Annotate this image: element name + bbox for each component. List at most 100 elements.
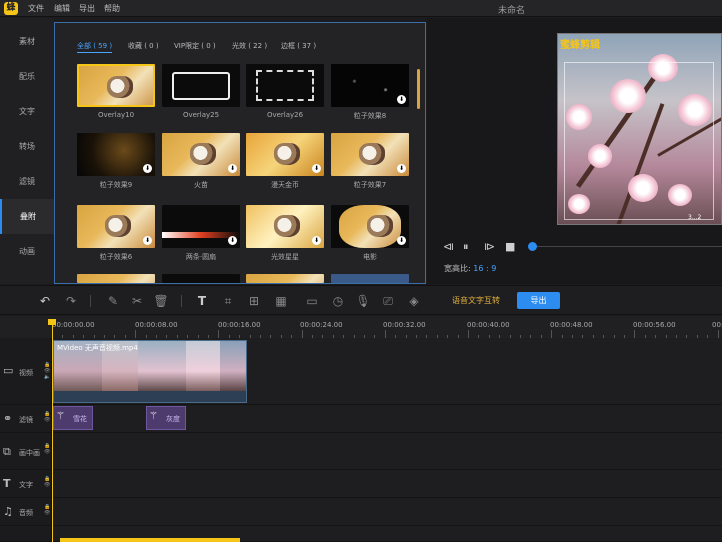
filter-tab-favorites[interactable]: 收藏 ( 0 ): [128, 41, 159, 51]
menu-file[interactable]: 文件: [28, 3, 44, 14]
sidebar-item-materials[interactable]: 素材: [0, 24, 54, 59]
lock-icon[interactable]: 🔒 👁: [44, 476, 50, 488]
pause-icon[interactable]: ⏸: [463, 240, 469, 254]
sidebar-item-text[interactable]: 文字: [0, 94, 54, 129]
clock-icon[interactable]: ◷: [330, 293, 346, 309]
video-track-icon: ▭: [3, 364, 14, 377]
sidebar-item-animation[interactable]: 动画: [0, 234, 54, 269]
playhead[interactable]: [52, 322, 53, 542]
ruler-label: 00:00:48.00: [550, 321, 593, 329]
filter-clip-label: 雪花: [73, 415, 87, 423]
progress-track[interactable]: [537, 246, 722, 247]
filter-track-header: ⚭ 滤镜 🔒 👁: [0, 405, 52, 432]
overlay-thumbnail[interactable]: [246, 274, 324, 283]
lock-icon[interactable]: 🔒 👁 🔈: [44, 362, 50, 380]
lock-icon[interactable]: 🔒 👁: [44, 504, 50, 516]
zoom-icon[interactable]: ⊞: [246, 293, 262, 309]
window-title: 未命名: [498, 6, 526, 16]
cut-icon[interactable]: ✂: [129, 293, 145, 309]
overlay-caption: 光效星星: [271, 253, 299, 261]
video-clip[interactable]: MVideo 无声音视频.mp4: [53, 340, 247, 403]
overlay-thumbnail[interactable]: ⬇: [77, 205, 155, 248]
overlay-thumbnail[interactable]: [331, 274, 409, 283]
filter-clip[interactable]: ⚚ 灰度: [146, 406, 186, 430]
stop-icon[interactable]: ■: [505, 240, 515, 253]
download-icon[interactable]: ⬇: [228, 236, 237, 245]
title-bar: 蜂 文件 编辑 导出 帮助 未命名: [0, 0, 722, 17]
sidebar-item-filters[interactable]: 滤镜: [0, 164, 54, 199]
step-back-icon[interactable]: ⧏: [443, 240, 454, 253]
download-icon[interactable]: ⬇: [228, 164, 237, 173]
overlay-caption: 电影: [363, 253, 377, 261]
text-tool-icon[interactable]: T: [194, 293, 210, 309]
aspect-ratio-selector[interactable]: 宽高比: 16 : 9: [444, 263, 496, 274]
download-icon[interactable]: ⬇: [397, 95, 406, 104]
overlay-thumbnail[interactable]: [246, 64, 324, 107]
delete-icon[interactable]: 🗑: [153, 293, 169, 309]
overlay-thumbnail[interactable]: ⬇: [331, 205, 409, 248]
overlay-thumbnail[interactable]: ⬇: [246, 205, 324, 248]
preview-brand-logo: 蜜蜂剪辑: [560, 40, 600, 51]
lock-icon[interactable]: 🔒 👁: [44, 411, 50, 423]
microphone-icon[interactable]: 🎙: [355, 293, 371, 309]
ruler-label: 00:00:40.00: [467, 321, 510, 329]
filter-tab-border[interactable]: 边框 ( 37 ): [281, 41, 316, 51]
media-scrollbar[interactable]: [417, 69, 420, 109]
download-icon[interactable]: ⬇: [397, 236, 406, 245]
overlay-thumbnail[interactable]: ⬇: [162, 133, 240, 176]
download-icon[interactable]: ⬇: [312, 236, 321, 245]
sidebar-item-overlays[interactable]: 叠附: [0, 199, 54, 234]
ruler-tick: [634, 330, 636, 338]
download-icon[interactable]: ⬇: [312, 164, 321, 173]
media-library-panel: 全部 ( 59 ) 收藏 ( 0 ) VIP限定 ( 0 ) 光效 ( 22 )…: [54, 22, 426, 284]
overlay-thumbnail[interactable]: [77, 64, 155, 107]
screen-icon[interactable]: ▭: [304, 293, 320, 309]
download-icon[interactable]: ⬇: [397, 164, 406, 173]
overlay-thumbnail[interactable]: ⬇: [331, 64, 409, 107]
download-icon[interactable]: ⬇: [143, 164, 152, 173]
timeline-scrollbar[interactable]: [60, 538, 240, 542]
pip-track: ⧉ 画中画 🔒 👁: [0, 433, 722, 470]
overlay-thumbnail[interactable]: ⬇: [331, 133, 409, 176]
edit-toolbar: ↶ ↷ ✎ ✂ 🗑 T ⌗ ⊞ ▦ ▭ ◷ 🎙 ⎚ ◈ 语音文字互转 导出: [0, 285, 722, 315]
menu-edit[interactable]: 编辑: [54, 3, 70, 14]
overlay-thumbnail[interactable]: [77, 274, 155, 283]
edit-pen-icon[interactable]: ✎: [105, 293, 121, 309]
overlay-caption: 粒子效果8: [353, 112, 387, 120]
undo-icon[interactable]: ↶: [37, 293, 53, 309]
menu-help[interactable]: 帮助: [104, 3, 120, 14]
track-label: 画中画: [19, 449, 40, 457]
progress-slider-handle[interactable]: [528, 242, 537, 251]
aspect-ratio-value: 16 : 9: [473, 264, 497, 273]
export-button[interactable]: 导出: [517, 292, 560, 309]
speech-to-text-button[interactable]: 语音文字互转: [452, 295, 500, 306]
overlay-thumbnail[interactable]: ⬇: [77, 133, 155, 176]
preview-corner-mark: 3...2: [688, 214, 702, 221]
overlay-thumbnail[interactable]: ⬇: [246, 133, 324, 176]
timeline-ruler[interactable]: 00:00:00.00 00:00:08.00 00:00:16.00 00:0…: [0, 316, 722, 338]
lock-icon[interactable]: 🔒 👁: [44, 443, 50, 455]
filter-clip[interactable]: ⚚ 雪花: [53, 406, 93, 430]
paint-bucket-icon[interactable]: ◈: [406, 293, 422, 309]
redo-icon[interactable]: ↷: [63, 293, 79, 309]
menu-export[interactable]: 导出: [79, 3, 95, 14]
overlay-thumbnail[interactable]: ⬇: [162, 205, 240, 248]
filter-tab-vip[interactable]: VIP限定 ( 0 ): [174, 41, 216, 51]
toolbar-divider: [181, 295, 182, 307]
sidebar-item-transitions[interactable]: 转场: [0, 129, 54, 164]
filter-tab-light[interactable]: 光效 ( 22 ): [232, 41, 267, 51]
step-forward-icon[interactable]: ⧐: [484, 240, 495, 253]
pip-track-header: ⧉ 画中画 🔒 👁: [0, 433, 52, 469]
pip-track-icon: ⧉: [3, 445, 11, 458]
crop-icon[interactable]: ⌗: [220, 293, 236, 309]
overlay-thumbnail[interactable]: [162, 64, 240, 107]
ruler-tick: [384, 330, 386, 338]
screen-record-icon[interactable]: ⎚: [380, 293, 396, 309]
sidebar-item-music[interactable]: 配乐: [0, 59, 54, 94]
mosaic-icon[interactable]: ▦: [273, 293, 289, 309]
filter-tab-all[interactable]: 全部 ( 59 ): [77, 41, 113, 53]
overlay-caption: 两条·圆扇: [185, 253, 217, 261]
download-icon[interactable]: ⬇: [143, 236, 152, 245]
overlay-thumbnail[interactable]: [162, 274, 240, 283]
filter-track: ⚭ 滤镜 🔒 👁: [0, 405, 722, 433]
